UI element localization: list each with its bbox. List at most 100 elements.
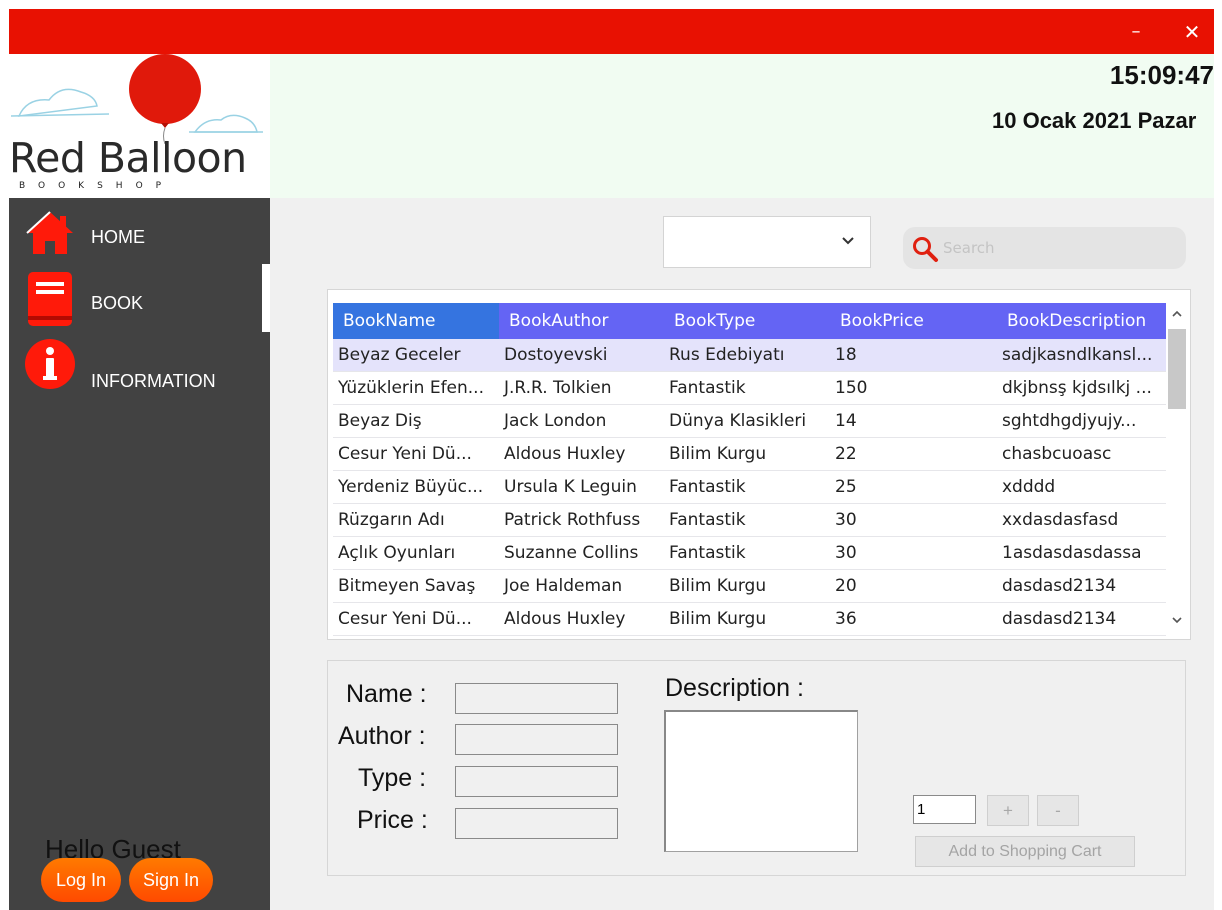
table-cell: Bilim Kurgu (669, 444, 767, 464)
price-label: Price : (357, 806, 428, 834)
table-cell: sghtdhgdjyujy... (1002, 411, 1137, 431)
table-cell: dasdasd2134 (1002, 576, 1117, 596)
table-cell: Fantastik (669, 477, 746, 497)
table-cell: Yerdeniz Büyüc... (338, 477, 484, 497)
table-row[interactable]: Beyaz Diş Jack London Dünya Klasikleri 14 sg… (333, 405, 1166, 438)
name-field[interactable] (455, 683, 618, 714)
table-cell: Cesur Yeni Dü... (338, 444, 472, 464)
table-cell: Fantastik (669, 510, 746, 530)
table-cell: xxdasdasfasd (1002, 510, 1119, 530)
table-cell: Aldous Huxley (504, 609, 626, 629)
logo: Red Balloon BOOKSHOP (9, 54, 270, 198)
table-cell: 36 (835, 609, 857, 629)
column-header[interactable]: BookName (333, 303, 499, 339)
table-row[interactable]: Cesur Yeni Dü... Aldous Huxley Bilim Kurgu… (333, 603, 1166, 636)
clock: 15:09:47 (1109, 60, 1214, 90)
price-field[interactable] (455, 808, 618, 839)
author-label: Author : (338, 722, 426, 750)
table-cell: 20 (835, 576, 857, 596)
table-cell: dasdasd2134 (1002, 609, 1117, 629)
sidebar: HOME BOOK INFORMATION Hello Guest Log In… (9, 198, 270, 910)
table-row[interactable]: Açlık Oyunları Suzanne Collins Fantastik 30… (333, 537, 1166, 570)
app-window: – ✕ Red Balloon BOOKSHOP 15:09:47 10 Oca… (9, 9, 1214, 910)
close-button[interactable]: ✕ (1168, 9, 1214, 54)
table-cell: 30 (835, 510, 857, 530)
table-row[interactable]: Cesur Yeni Dü... Aldous Huxley Bilim Kurgu… (333, 438, 1166, 471)
sidebar-item-home[interactable]: HOME (9, 198, 270, 258)
column-header[interactable]: BookAuthor (499, 303, 664, 339)
author-field[interactable] (455, 724, 618, 755)
table-cell: 25 (835, 477, 857, 497)
house-icon (26, 211, 73, 254)
login-button[interactable]: Log In (41, 858, 121, 902)
scroll-down-button[interactable] (1167, 609, 1187, 631)
sidebar-item-label: HOME (91, 227, 145, 247)
description-field[interactable] (664, 710, 858, 852)
table-scrollbar[interactable] (1167, 303, 1187, 633)
table-cell: Yüzüklerin Efen... (338, 378, 484, 398)
signin-button[interactable]: Sign In (129, 858, 213, 902)
minimize-button[interactable]: – (1112, 9, 1160, 54)
column-header[interactable]: BookDescription (997, 303, 1166, 339)
add-to-cart-button[interactable]: Add to Shopping Cart (915, 836, 1135, 867)
table-row[interactable]: Beyaz Geceler Dostoyevski Rus Edebiyatı 18 s… (333, 339, 1166, 372)
scroll-up-button[interactable] (1167, 303, 1187, 325)
decrease-quantity-button[interactable]: - (1037, 795, 1079, 826)
table-cell: Jack London (504, 411, 607, 431)
name-label: Name : (346, 680, 427, 708)
sidebar-item-information[interactable]: INFORMATION (9, 338, 270, 398)
table-cell: 14 (835, 411, 857, 431)
column-header[interactable]: BookType (664, 303, 830, 339)
search-box[interactable] (903, 227, 1186, 269)
table-cell: Rus Edebiyatı (669, 345, 785, 365)
chevron-down-icon (842, 237, 854, 245)
table-cell: Patrick Rothfuss (504, 510, 641, 530)
sidebar-item-label: BOOK (91, 293, 144, 313)
book-detail-panel: Name : Author : Type : Price : Descripti… (327, 660, 1186, 876)
info-icon (25, 339, 75, 389)
type-field[interactable] (455, 766, 618, 797)
type-label: Type : (358, 764, 427, 792)
table-cell: 150 (835, 378, 868, 398)
table-cell: 18 (835, 345, 857, 365)
date-display: 10 Ocak 2021 Pazar (992, 108, 1197, 133)
title-bar[interactable]: – ✕ (9, 9, 1214, 54)
table-cell: Beyaz Diş (338, 411, 422, 431)
balloon-icon (129, 54, 201, 144)
table-row[interactable]: Yerdeniz Büyüc... Ursula K Leguin Fantasti… (333, 471, 1166, 504)
category-dropdown[interactable] (663, 216, 871, 268)
table-cell: Fantastik (669, 378, 746, 398)
table-cell: Ursula K Leguin (504, 477, 637, 497)
table-cell: Bitmeyen Savaş (338, 576, 476, 596)
logo-subtitle: BOOKSHOP (19, 181, 175, 191)
table-cell: Açlık Oyunları (338, 543, 456, 563)
table-header: BookName BookAuthor BookType BookPrice BookD… (333, 303, 1166, 339)
description-label: Description : (665, 674, 804, 702)
chevron-up-icon (1172, 310, 1182, 317)
table-cell: Joe Haldeman (504, 576, 623, 596)
table-cell: 22 (835, 444, 857, 464)
table-row[interactable]: Yüzüklerin Efen... J.R.R. Tolkien Fantasti… (333, 372, 1166, 405)
table-cell: xdddd (1002, 477, 1056, 497)
table-cell: dkjbnsş kjdsılkj ... (1002, 378, 1152, 398)
table-cell: sadjkasndlkansl... (1002, 345, 1153, 365)
scroll-thumb[interactable] (1168, 329, 1186, 409)
logo-name: Red Balloon (9, 134, 247, 182)
books-table: BookName BookAuthor BookType BookPrice BookD… (327, 289, 1191, 640)
quantity-field[interactable] (913, 795, 976, 824)
sidebar-item-book[interactable]: BOOK (9, 264, 270, 326)
table-cell: Beyaz Geceler (338, 345, 461, 365)
table-row[interactable]: Bitmeyen Savaş Joe Haldeman Bilim Kurgu 20 d… (333, 570, 1166, 603)
increase-quantity-button[interactable]: + (987, 795, 1029, 826)
table-cell: 1asdasdasdassa (1002, 543, 1142, 563)
table-cell: Cesur Yeni Dü... (338, 609, 472, 629)
table-cell: chasbcuoasc (1002, 444, 1112, 464)
column-header[interactable]: BookPrice (830, 303, 997, 339)
table-cell: Rüzgarın Adı (338, 510, 445, 530)
table-cell: Bilim Kurgu (669, 609, 767, 629)
table-row[interactable]: Rüzgarın Adı Patrick Rothfuss Fantastik 30 x… (333, 504, 1166, 537)
table-cell: Bilim Kurgu (669, 576, 767, 596)
table-cell: J.R.R. Tolkien (504, 378, 612, 398)
table-cell: Suzanne Collins (504, 543, 639, 563)
search-input[interactable] (943, 233, 1175, 263)
